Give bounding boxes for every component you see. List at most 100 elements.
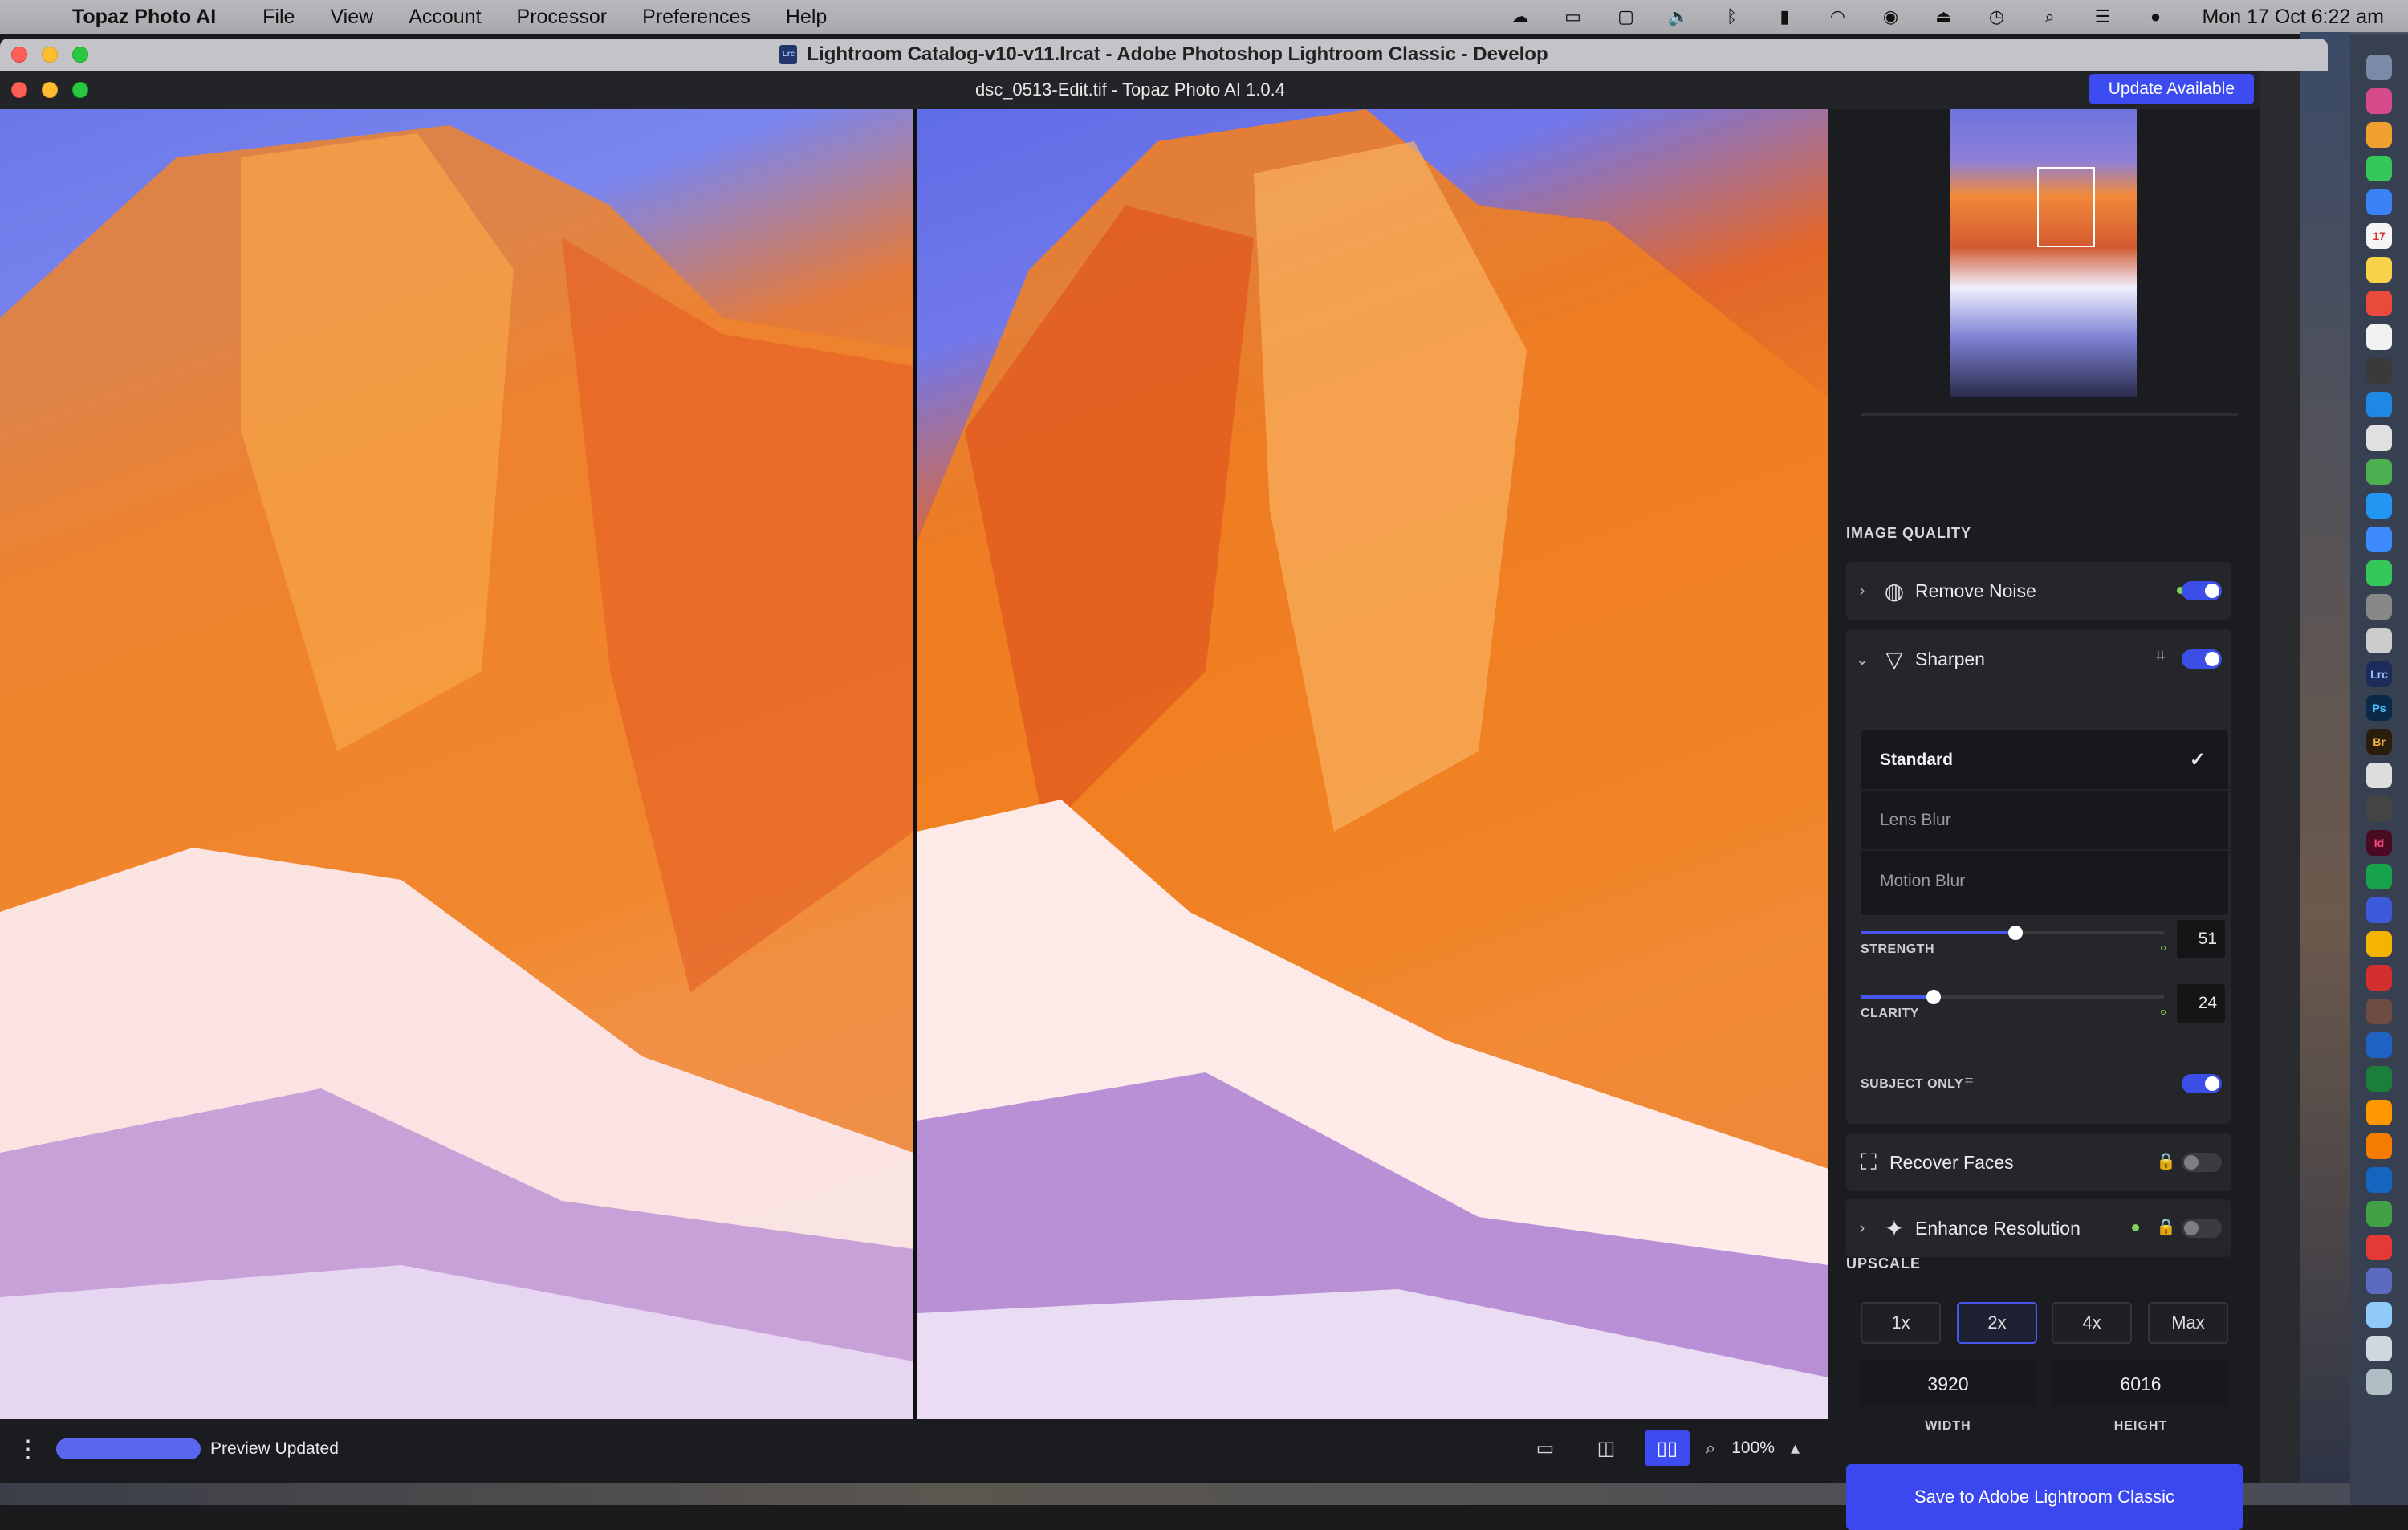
music-dock-icon[interactable]	[2366, 1235, 2392, 1260]
preview-dock-icon[interactable]	[2366, 358, 2392, 384]
time-machine-icon[interactable]: ◷	[1983, 6, 2009, 26]
clarity-value[interactable]: 24	[2177, 984, 2225, 1023]
maps-dock-icon[interactable]	[2366, 459, 2392, 485]
more-options-icon[interactable]: ⋮	[0, 1435, 56, 1463]
model-lens-blur[interactable]: Lens Blur	[1861, 791, 2228, 851]
navigator-thumbnail[interactable]	[1950, 109, 2137, 397]
photoshop-dock-icon[interactable]: Ps	[2366, 695, 2392, 721]
folder-dock-icon[interactable]	[2366, 1302, 2392, 1328]
upscale-2x-button[interactable]: 2x	[1957, 1302, 2037, 1344]
zoom-dock-icon[interactable]	[2366, 189, 2392, 215]
creative-cloud-icon[interactable]: ☁	[1507, 6, 1532, 26]
remove-noise-card[interactable]: › ◍ Remove Noise	[1846, 562, 2231, 620]
sharpen-header[interactable]: ⌄ ▽ Sharpen	[1846, 629, 2231, 689]
eject-icon[interactable]: ⏏	[1930, 6, 1956, 26]
upscale-1x-button[interactable]: 1x	[1861, 1302, 1941, 1344]
star-app-dock-icon[interactable]	[2366, 897, 2392, 923]
menu-help[interactable]: Help	[786, 6, 827, 29]
remove-noise-toggle[interactable]	[2182, 581, 2222, 600]
sharpen-toggle[interactable]	[2182, 649, 2222, 669]
single-view-icon[interactable]: ▭	[1523, 1430, 1568, 1466]
upscale-max-button[interactable]: Max	[2148, 1302, 2228, 1344]
word-dock-icon[interactable]	[2366, 1032, 2392, 1058]
whatsapp-dock-icon[interactable]	[2366, 1201, 2392, 1227]
menu-processor[interactable]: Processor	[517, 6, 608, 29]
battery-icon[interactable]: ▮	[1771, 6, 1797, 26]
chrome-alt-dock-icon[interactable]	[2366, 763, 2392, 788]
zoom-level[interactable]: 100%	[1731, 1438, 1775, 1458]
quill-dock-icon[interactable]	[2366, 999, 2392, 1024]
close-icon[interactable]	[11, 82, 27, 98]
upscale-4x-button[interactable]: 4x	[2052, 1302, 2132, 1344]
app-store-dock-icon[interactable]	[2366, 392, 2392, 417]
zoom-icon[interactable]	[72, 82, 88, 98]
siri-icon[interactable]: ●	[2142, 6, 2168, 26]
grammarly-dock-icon[interactable]	[2366, 864, 2392, 889]
strength-slider-thumb[interactable]	[2007, 926, 2023, 940]
bridge-dock-icon[interactable]: Br	[2366, 729, 2392, 755]
vlc-dock-icon[interactable]	[2366, 1100, 2392, 1125]
wifi-icon[interactable]: ◠	[1824, 6, 1850, 26]
side-by-side-view-icon[interactable]: ▯▯	[1644, 1430, 1690, 1466]
menu-view[interactable]: View	[330, 6, 373, 29]
world-clock-dock-icon[interactable]	[2366, 628, 2392, 653]
user-icon[interactable]: ◉	[1877, 6, 1903, 26]
clarity-slider[interactable]	[1861, 990, 2164, 1004]
update-available-button[interactable]: Update Available	[2089, 74, 2254, 104]
photos-dock-icon[interactable]	[2366, 122, 2392, 148]
notes-dock-icon[interactable]	[2366, 257, 2392, 283]
calculator-dock-icon[interactable]	[2366, 796, 2392, 822]
chevron-down-icon[interactable]: ⌄	[1846, 649, 1878, 669]
strength-slider[interactable]	[1861, 926, 2164, 940]
minimize-icon[interactable]	[42, 47, 58, 63]
processed-preview-pane[interactable]	[917, 109, 1828, 1419]
menu-account[interactable]: Account	[409, 6, 481, 29]
menu-preferences[interactable]: Preferences	[642, 6, 750, 29]
recover-faces-card[interactable]: ⛶ Recover Faces 🔒	[1846, 1133, 2231, 1191]
stack-dock-icon[interactable]	[2366, 1167, 2392, 1193]
trash-dock-icon[interactable]	[2366, 1369, 2392, 1395]
chrome-dock-icon[interactable]	[2366, 291, 2392, 316]
safari-dock-icon[interactable]	[2366, 493, 2392, 519]
messages-dock-icon[interactable]	[2366, 560, 2392, 586]
reminders-dock-icon[interactable]	[2366, 324, 2392, 350]
calendar-dock-icon[interactable]: 17	[2366, 223, 2392, 249]
indesign-dock-icon[interactable]: Id	[2366, 830, 2392, 856]
settings-dock-icon[interactable]	[2366, 594, 2392, 620]
control-center-icon[interactable]: ☰	[2089, 6, 2115, 26]
volume-icon[interactable]: 🔈	[1666, 6, 1691, 26]
strength-value[interactable]: 51	[2177, 920, 2225, 958]
original-preview-pane[interactable]	[0, 109, 913, 1419]
chevron-right-icon[interactable]: ›	[1846, 1219, 1878, 1238]
bluetooth-icon[interactable]: ᛒ	[1719, 6, 1744, 26]
downloads-dock-icon[interactable]	[2366, 1336, 2392, 1361]
subject-detect-icon[interactable]: ⌗	[2156, 647, 2165, 665]
search-icon[interactable]: ⌕	[2036, 6, 2062, 26]
books-dock-icon[interactable]	[2366, 1133, 2392, 1159]
model-standard[interactable]: Standard ✓	[1861, 730, 2228, 791]
split-view-icon[interactable]: ◫	[1584, 1430, 1629, 1466]
sketch-dock-icon[interactable]	[2366, 931, 2392, 957]
screen-mirror-icon[interactable]: ▭	[1560, 6, 1585, 26]
zoom-magnifier-icon[interactable]: ⌕	[1706, 1438, 1715, 1459]
display-icon[interactable]: ▢	[1613, 6, 1638, 26]
close-icon[interactable]	[11, 47, 27, 63]
finder-dock-icon[interactable]	[2366, 55, 2392, 80]
chevron-right-icon[interactable]: ›	[1846, 582, 1878, 600]
shield-dock-icon[interactable]	[2366, 1268, 2392, 1294]
textedit-dock-icon[interactable]	[2366, 425, 2392, 451]
navigator-viewport[interactable]	[2037, 167, 2095, 247]
enhance-resolution-card[interactable]: › ✦ Enhance Resolution 🔒	[1846, 1199, 2231, 1257]
recover-faces-toggle[interactable]	[2182, 1153, 2222, 1172]
acrobat-dock-icon[interactable]	[2366, 965, 2392, 991]
clarity-slider-thumb[interactable]	[1926, 990, 1941, 1004]
launchpad-dock-icon[interactable]	[2366, 88, 2392, 114]
minimize-icon[interactable]	[42, 82, 58, 98]
mail-dock-icon[interactable]	[2366, 527, 2392, 552]
menubar-clock[interactable]: Mon 17 Oct 6:22 am	[2202, 6, 2384, 29]
width-field[interactable]: 3920	[1861, 1361, 2036, 1406]
menu-file[interactable]: File	[262, 6, 295, 29]
excel-dock-icon[interactable]	[2366, 1066, 2392, 1092]
facetime-dock-icon[interactable]	[2366, 156, 2392, 181]
model-motion-blur[interactable]: Motion Blur	[1861, 851, 2228, 911]
